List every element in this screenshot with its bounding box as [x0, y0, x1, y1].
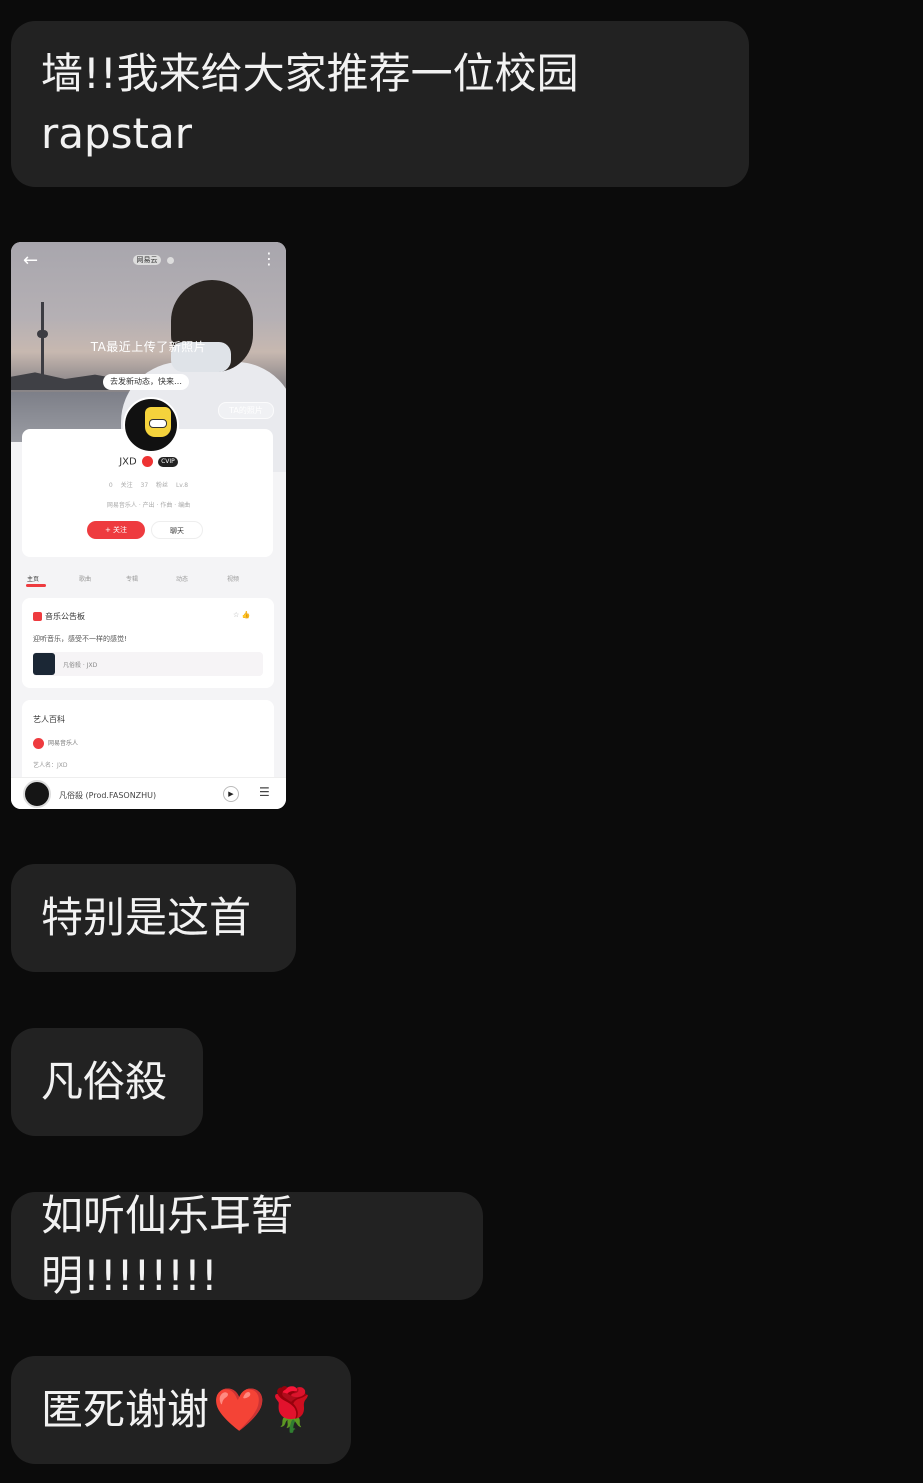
- message-text: 墙!!我来给大家推荐一位校园rapstar: [41, 49, 579, 158]
- avatar-glasses-icon: [149, 419, 167, 428]
- follow-button: + 关注: [87, 521, 145, 539]
- message-bubble[interactable]: 凡俗殺: [11, 1028, 203, 1136]
- message-text: 如听仙乐耳暂明!!!!!!!!: [41, 1191, 294, 1300]
- player-disc-icon: [23, 780, 51, 808]
- track-cover-icon: [33, 653, 55, 675]
- profile-tabs: 主页 歌曲 专辑 动态 视频: [11, 574, 286, 590]
- tab-home: 主页: [27, 576, 40, 583]
- message-bubble[interactable]: 墙!!我来给大家推荐一位校园rapstar: [11, 21, 749, 187]
- play-icon: ▶: [223, 786, 239, 802]
- cover-text: TA最近上传了新照片: [90, 340, 207, 354]
- message-text: 匿死谢谢: [41, 1385, 210, 1434]
- avatar: [123, 397, 179, 453]
- music-board-title: 音乐公告板: [33, 611, 85, 622]
- message-bubble[interactable]: 如听仙乐耳暂明!!!!!!!!: [11, 1191, 483, 1300]
- message-text: 凡俗殺: [41, 1057, 168, 1106]
- wiki-item: 网易音乐人: [33, 738, 78, 749]
- tab-albums: 专辑: [126, 576, 139, 583]
- profile-screenshot-image[interactable]: ← 网易云 ⋮ TA最近上传了新照片 去发新动态，快来… TA的照片 JXD C…: [11, 242, 286, 809]
- app-pill: 网易云: [133, 255, 161, 265]
- tab-videos: 视频: [227, 576, 240, 583]
- more-icon: ⋮: [261, 249, 277, 268]
- board-actions: ☆ 👍: [233, 611, 251, 619]
- tab-songs: 歌曲: [79, 576, 92, 583]
- tv-tower-bulb: [37, 330, 48, 338]
- status-dot-icon: [167, 257, 174, 264]
- artist-stats: 0 关注 37 粉丝 Lv.8: [108, 482, 189, 489]
- board-track-text: 凡俗殺 · JXD: [63, 662, 98, 669]
- photos-button: TA的照片: [218, 402, 274, 419]
- artist-name-row: JXD CVIP: [11, 456, 286, 468]
- message-bubble[interactable]: 匿死谢谢 ❤️🌹: [11, 1356, 351, 1464]
- wiki-title: 艺人百科: [33, 715, 65, 724]
- back-icon: ←: [23, 250, 39, 271]
- vip-badge: CVIP: [158, 456, 178, 467]
- heart-rose-emoji-icon: ❤️🌹: [213, 1385, 318, 1434]
- artist-name: JXD: [119, 456, 137, 468]
- board-text: 迎听音乐，感受不一样的感觉!: [33, 635, 127, 643]
- verified-icon: [141, 456, 153, 467]
- player-title: 凡俗殺 (Prod.FASONZHU): [59, 791, 157, 800]
- playlist-icon: ☰: [259, 785, 270, 799]
- tab-underline: [26, 584, 46, 587]
- cover-button: 去发新动态，快来…: [103, 374, 189, 390]
- message-text: 特别是这首: [41, 893, 252, 942]
- netease-icon: [33, 738, 44, 749]
- tab-moments: 动态: [176, 576, 189, 583]
- board-icon: [33, 612, 42, 621]
- message-bubble[interactable]: 特别是这首: [11, 864, 296, 972]
- wiki-sub: 艺人名：JXD: [33, 762, 68, 769]
- chat-button: 聊天: [151, 521, 203, 539]
- artist-bio: 网易音乐人 · 产出 · 作曲 · 编曲: [106, 502, 191, 509]
